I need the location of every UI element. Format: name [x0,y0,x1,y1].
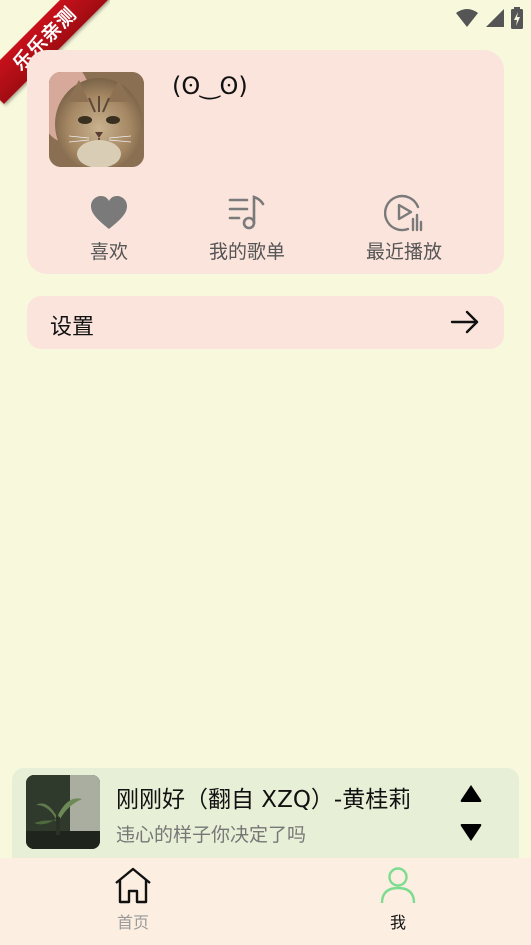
settings-row[interactable]: 设置 [27,296,504,349]
song-title: 刚刚好（翻自 XZQ）-黄桂莉 [116,787,409,813]
recent-play-icon [384,194,423,232]
settings-label: 设置 [50,315,95,340]
person-icon [380,867,416,904]
profile-card: (ʘ‿ʘ) 喜欢 我的歌单 最近播放 [27,50,504,274]
playlist-icon [228,195,265,230]
home-icon [115,867,151,904]
shortcut-my-playlists[interactable]: 我的歌单 [187,193,307,264]
bottom-nav: 首页 我 [0,858,531,945]
mini-player[interactable]: 刚刚好（翻自 XZQ）-黄桂莉 违心的样子你决定了吗 [12,768,519,858]
arrow-right-icon [450,310,479,334]
signal-icon [486,9,504,27]
heart-icon [91,196,127,229]
avatar[interactable] [49,72,144,167]
nav-label: 首页 [116,913,149,932]
nav-label: 我 [389,913,406,932]
shortcut-label: 最近播放 [365,241,442,263]
song-lyric: 违心的样子你决定了吗 [116,824,307,846]
battery-icon [511,7,523,29]
wifi-icon [456,9,478,27]
shortcut-label: 喜欢 [89,241,128,263]
nickname: (ʘ‿ʘ) [172,72,248,100]
shortcut-label: 我的歌单 [208,241,285,263]
triangle-up-icon[interactable] [459,783,483,803]
album-cover[interactable] [26,775,100,849]
shortcut-recent-play[interactable]: 最近播放 [344,193,464,264]
nav-item-home[interactable]: 首页 [83,866,183,933]
triangle-down-icon[interactable] [459,823,483,843]
status-bar: 乐乐亲测 [0,0,531,105]
nav-item-me[interactable]: 我 [348,866,448,933]
shortcut-favorites[interactable]: 喜欢 [49,193,169,264]
